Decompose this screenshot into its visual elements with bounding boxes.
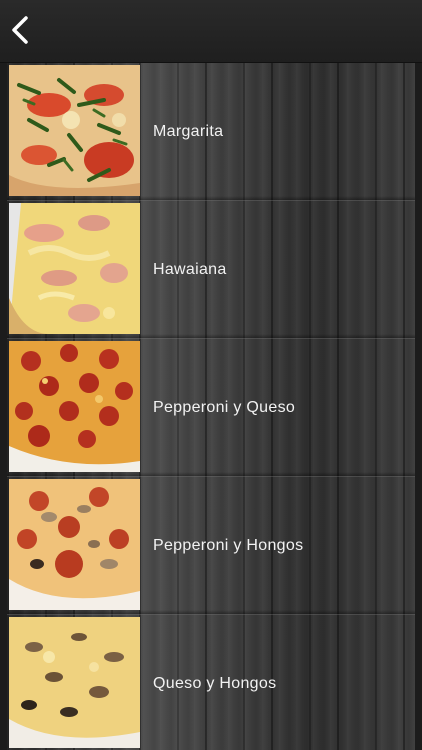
list-item-label: Pepperoni y Hongos xyxy=(153,537,304,554)
pizza-hawaiana-photo xyxy=(9,203,140,334)
list-item-pepperoni-queso[interactable]: Pepperoni y Queso xyxy=(7,339,415,477)
list-item-margarita[interactable]: Margarita xyxy=(7,63,415,201)
list-item-hawaiana[interactable]: Hawaiana xyxy=(7,201,415,339)
pizza-queso-hongos-photo xyxy=(9,617,140,748)
row-separator xyxy=(7,472,415,476)
pizza-pepperoni-hongos-photo xyxy=(9,479,140,610)
row-separator xyxy=(7,334,415,338)
navigation-bar xyxy=(0,0,422,63)
pizza-margarita-photo xyxy=(9,65,140,196)
list-item-label: Pepperoni y Queso xyxy=(153,399,296,416)
back-button[interactable] xyxy=(6,10,38,50)
pizza-menu-list: Margarita Hawaiana Pepperoni y Queso Pep… xyxy=(7,63,415,750)
row-separator xyxy=(7,610,415,614)
list-item-queso-hongos[interactable]: Queso y Hongos xyxy=(7,615,415,750)
list-item-pepperoni-hongos[interactable]: Pepperoni y Hongos xyxy=(7,477,415,615)
list-item-label: Queso y Hongos xyxy=(153,675,277,692)
list-item-label: Hawaiana xyxy=(153,261,227,278)
list-item-label: Margarita xyxy=(153,123,224,140)
chevron-left-icon xyxy=(12,16,28,44)
row-separator xyxy=(7,196,415,200)
app-screen: Margarita Hawaiana Pepperoni y Queso Pep… xyxy=(0,0,422,750)
pizza-pepperoni-queso-photo xyxy=(9,341,140,472)
